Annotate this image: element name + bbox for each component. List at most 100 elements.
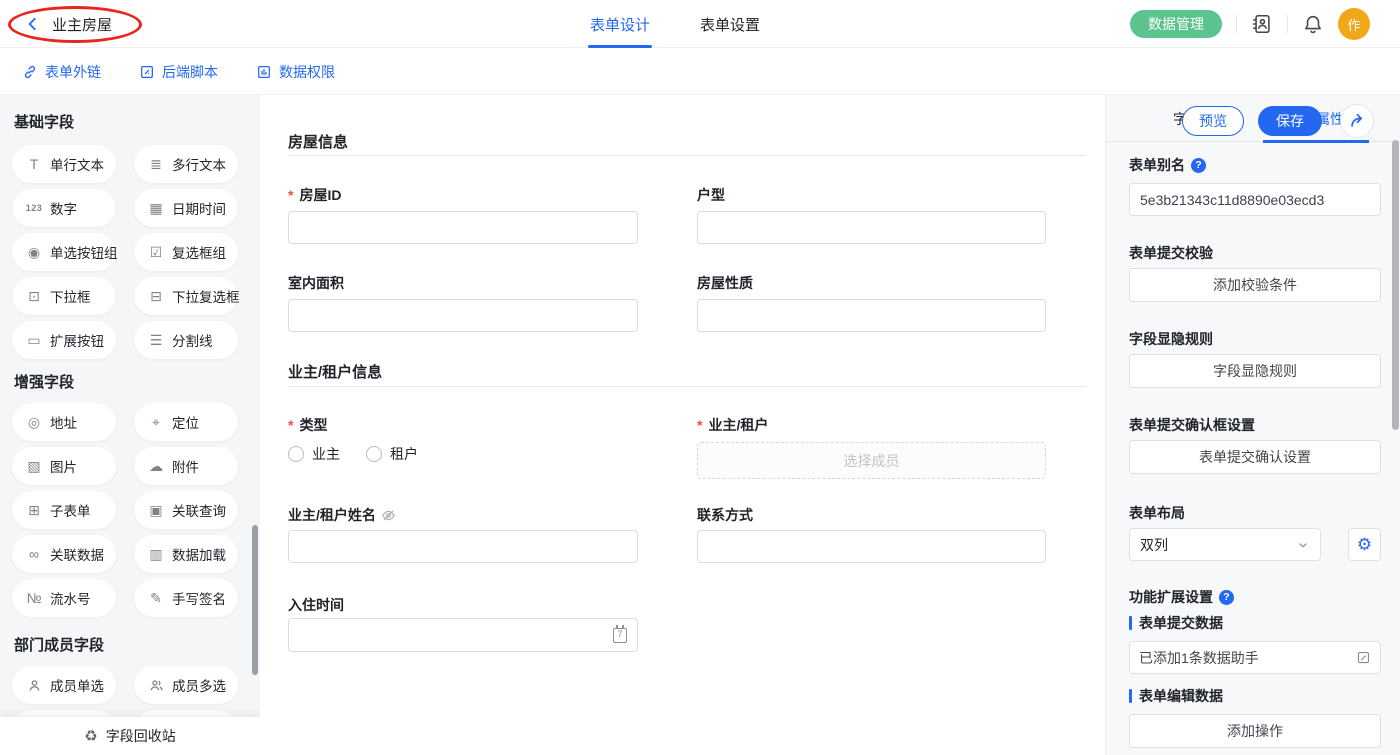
sidebar-item-label: 单选按钮组	[50, 242, 118, 262]
radio-circle[interactable]	[288, 446, 304, 462]
sidebar-scrollbar[interactable]	[252, 525, 258, 675]
member-select-input[interactable]	[697, 442, 1046, 479]
sidebar-item-member-multi[interactable]: 成员多选	[134, 666, 238, 704]
submit-confirm-label: 表单提交确认框设置	[1129, 415, 1255, 435]
submit-data-box[interactable]: 已添加1条数据助手	[1129, 641, 1381, 674]
header-tabs: 表单设计 表单设置	[590, 0, 760, 48]
toolbar-links: 表单外链 后端脚本 数据权限	[22, 48, 335, 95]
radio-option-tenant[interactable]: 租户	[366, 444, 418, 464]
sidebar-item-serial-number[interactable]: №流水号	[12, 579, 116, 617]
field-label-house-id: 房屋ID	[288, 185, 341, 205]
layout-select[interactable]: 双列	[1129, 528, 1321, 561]
share-button[interactable]	[1340, 104, 1374, 138]
calendar-picker-icon[interactable]	[613, 628, 627, 643]
add-validation-button[interactable]: 添加校验条件	[1129, 268, 1381, 302]
form-alias-input[interactable]	[1129, 183, 1381, 216]
toolbar-link-label: 表单外链	[45, 62, 101, 82]
header-actions: 数据管理 作	[1130, 0, 1370, 48]
preview-button[interactable]: 预览	[1182, 106, 1244, 136]
number-icon: 123	[25, 203, 43, 213]
bar-chart-icon: ▥	[147, 546, 165, 563]
sidebar-item-geolocation[interactable]: ⌖定位	[134, 403, 238, 441]
multi-select-icon: ⊟	[147, 288, 165, 305]
external-link-action[interactable]: 表单外链	[22, 62, 101, 82]
visibility-rules-button[interactable]: 字段显隐规则	[1129, 354, 1381, 388]
edit-pencil-icon[interactable]	[1356, 650, 1371, 665]
sidebar-item-datetime[interactable]: ▦日期时间	[134, 189, 238, 227]
sidebar-item-address[interactable]: ◎地址	[12, 403, 116, 441]
area-input[interactable]	[288, 299, 638, 332]
panel-scrollbar[interactable]	[1392, 140, 1399, 430]
tab-form-settings[interactable]: 表单设置	[700, 0, 760, 48]
field-recycle-bin[interactable]: 字段回收站	[0, 717, 260, 755]
house-id-input[interactable]	[288, 211, 638, 244]
sidebar-item-extend-button[interactable]: ▭ 扩展按钮	[12, 321, 116, 359]
sidebar-item-divider[interactable]: ☰分割线	[134, 321, 238, 359]
sidebar-item-related-query[interactable]: ▣关联查询	[134, 491, 238, 529]
sidebar-item-member-single[interactable]: 成员单选	[12, 666, 116, 704]
related-query-icon: ▣	[147, 502, 165, 519]
serial-icon: №	[25, 590, 43, 606]
radio-option-owner[interactable]: 业主	[288, 444, 340, 464]
field-label-contact: 联系方式	[697, 505, 753, 525]
sidebar-item-label: 日期时间	[172, 198, 226, 218]
sidebar-item-related-data[interactable]: ∞ 关联数据	[12, 535, 116, 573]
sidebar-item-image[interactable]: ▧图片	[12, 447, 116, 485]
multi-text-icon: ≣	[147, 156, 165, 173]
chain-icon: ∞	[25, 546, 43, 562]
radio-circle[interactable]	[366, 446, 382, 462]
bell-icon[interactable]	[1302, 13, 1324, 35]
owner-name-input[interactable]	[288, 530, 638, 563]
form-toolbar: 表单外链 后端脚本 数据权限 预览 保存	[0, 48, 1400, 95]
target-icon: ⌖	[147, 414, 165, 431]
recycle-bin-label: 字段回收站	[106, 726, 176, 746]
data-permission-action[interactable]: 数据权限	[256, 62, 335, 82]
back-chevron-icon[interactable]	[24, 15, 42, 33]
data-manage-button[interactable]: 数据管理	[1130, 10, 1222, 38]
section-divider	[288, 155, 1086, 156]
section-marker	[1129, 616, 1132, 630]
sidebar-item-subform[interactable]: ⊞子表单	[12, 491, 116, 529]
sidebar-item-label: 子表单	[50, 500, 91, 520]
submit-data-value: 已添加1条数据助手	[1139, 648, 1259, 668]
sidebar-item-label: 扩展按钮	[50, 330, 104, 350]
radio-label: 业主	[312, 444, 340, 464]
form-design-canvas[interactable]: 房屋信息 房屋ID 户型 室内面积 房屋性质 业主/租户信息 类型 业主 租户 …	[260, 95, 1105, 755]
sidebar-item-signature[interactable]: ✎手写签名	[134, 579, 238, 617]
sidebar-item-label: 成员多选	[172, 675, 226, 695]
share-arrow-icon	[1347, 111, 1367, 131]
house-type-input[interactable]	[697, 211, 1046, 244]
help-icon[interactable]	[1219, 590, 1234, 605]
layout-gear-button[interactable]: ⚙	[1348, 528, 1381, 561]
submit-confirm-button[interactable]: 表单提交确认设置	[1129, 440, 1381, 474]
sidebar-item-single-text[interactable]: T单行文本	[12, 145, 116, 183]
contact-input[interactable]	[697, 530, 1046, 563]
sidebar-item-attachment[interactable]: ☁附件	[134, 447, 238, 485]
address-book-icon[interactable]	[1251, 13, 1273, 35]
save-button[interactable]: 保存	[1258, 106, 1322, 136]
top-header: 业主房屋 表单设计 表单设置 数据管理 作	[0, 0, 1400, 48]
sidebar-item-multi-select[interactable]: ⊟下拉复选框	[134, 277, 238, 315]
back-nav[interactable]: 业主房屋	[24, 0, 112, 48]
help-icon[interactable]	[1191, 158, 1206, 173]
add-operation-button[interactable]: 添加操作	[1129, 714, 1381, 748]
movein-date-input[interactable]	[299, 627, 613, 643]
sidebar-item-label: 下拉框	[50, 286, 91, 306]
submit-validate-label: 表单提交校验	[1129, 243, 1213, 263]
avatar[interactable]: 作	[1338, 8, 1370, 40]
sidebar-item-multi-text[interactable]: ≣ 多行文本	[134, 145, 238, 183]
sidebar-item-select[interactable]: ⊡下拉框	[12, 277, 116, 315]
sidebar-item-label: 多行文本	[172, 154, 226, 174]
button-icon: ▭	[25, 332, 43, 349]
sidebar-item-checkbox-group[interactable]: ☑复选框组	[134, 233, 238, 271]
layout-select-value: 双列	[1140, 535, 1168, 555]
sidebar-item-number[interactable]: 123数字	[12, 189, 116, 227]
sidebar-item-radio-group[interactable]: ◉单选按钮组	[12, 233, 116, 271]
sidebar-item-data-load[interactable]: ▥数据加载	[134, 535, 238, 573]
type-radio-group: 业主 租户	[288, 444, 418, 464]
backend-script-action[interactable]: 后端脚本	[139, 62, 218, 82]
property-input[interactable]	[697, 299, 1046, 332]
sidebar-item-label: 关联数据	[50, 544, 104, 564]
tab-form-design[interactable]: 表单设计	[590, 0, 650, 48]
sidebar-item-label: 图片	[50, 456, 77, 476]
